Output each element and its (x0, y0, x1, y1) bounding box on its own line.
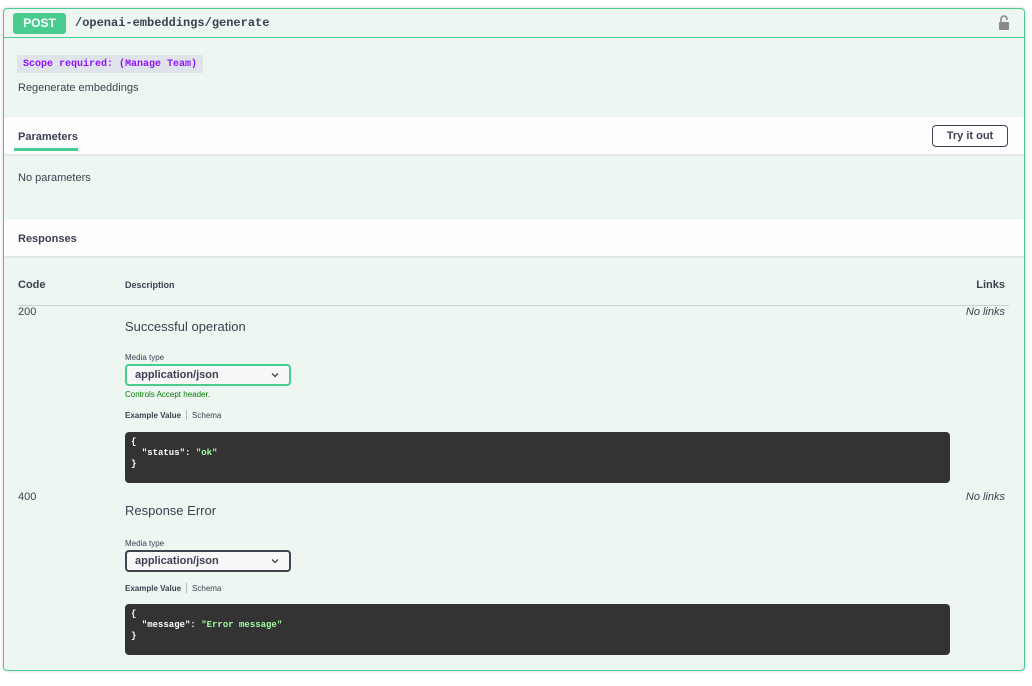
tab-separator (186, 583, 188, 593)
schema-tab[interactable]: Schema (192, 584, 221, 593)
response-code: 200 (18, 306, 37, 318)
example-schema-tabs: Example Value Schema (125, 410, 221, 420)
tab-separator (186, 410, 188, 420)
response-links: No links (965, 491, 1005, 503)
schema-tab[interactable]: Schema (192, 411, 221, 420)
no-parameters-text: No parameters (18, 172, 91, 184)
operation-block: POST /openai-embeddings/generate Scope r… (3, 8, 1025, 671)
example-value-tab[interactable]: Example Value (125, 411, 181, 420)
parameters-tab[interactable]: Parameters (18, 131, 78, 143)
media-type-label: Media type (125, 539, 165, 548)
operation-description: Regenerate embeddings (18, 82, 139, 94)
chevron-down-icon (271, 373, 279, 378)
response-description: Successful operation (125, 319, 246, 334)
links-column-header: Links (976, 279, 1005, 291)
media-type-value: application/json (135, 369, 219, 381)
code-column-header: Code (18, 279, 46, 291)
response-description: Response Error (125, 503, 217, 518)
controls-accept-note: Controls Accept header. (125, 390, 210, 399)
example-code-block: { "message": "Error message" } (125, 604, 950, 655)
media-type-label: Media type (125, 353, 165, 362)
example-code-block: { "status": "ok" } (125, 432, 950, 483)
responses-header: Responses (4, 219, 1024, 256)
parameters-header: Parameters (4, 117, 1024, 154)
response-links: No links (965, 306, 1005, 318)
parameters-tab-underline (14, 148, 78, 151)
endpoint-path: /openai-embeddings/generate (75, 16, 270, 30)
response-code: 400 (18, 491, 37, 503)
example-schema-tabs: Example Value Schema (125, 583, 221, 593)
media-type-value: application/json (135, 555, 219, 567)
responses-title: Responses (18, 233, 77, 245)
http-method-badge: POST (13, 12, 66, 34)
table-header-divider (18, 305, 1009, 306)
lock-icon[interactable] (997, 14, 1011, 31)
operation-summary[interactable]: POST /openai-embeddings/generate (4, 9, 1024, 38)
chevron-down-icon (271, 559, 279, 564)
scope-required-badge: Scope required: (Manage Team) (17, 55, 204, 73)
try-it-out-button[interactable]: Try it out (932, 125, 1008, 147)
description-column-header: Description (125, 280, 175, 290)
media-type-select[interactable]: application/json (125, 550, 291, 572)
example-value-tab[interactable]: Example Value (125, 584, 181, 593)
media-type-select[interactable]: application/json (125, 364, 291, 386)
